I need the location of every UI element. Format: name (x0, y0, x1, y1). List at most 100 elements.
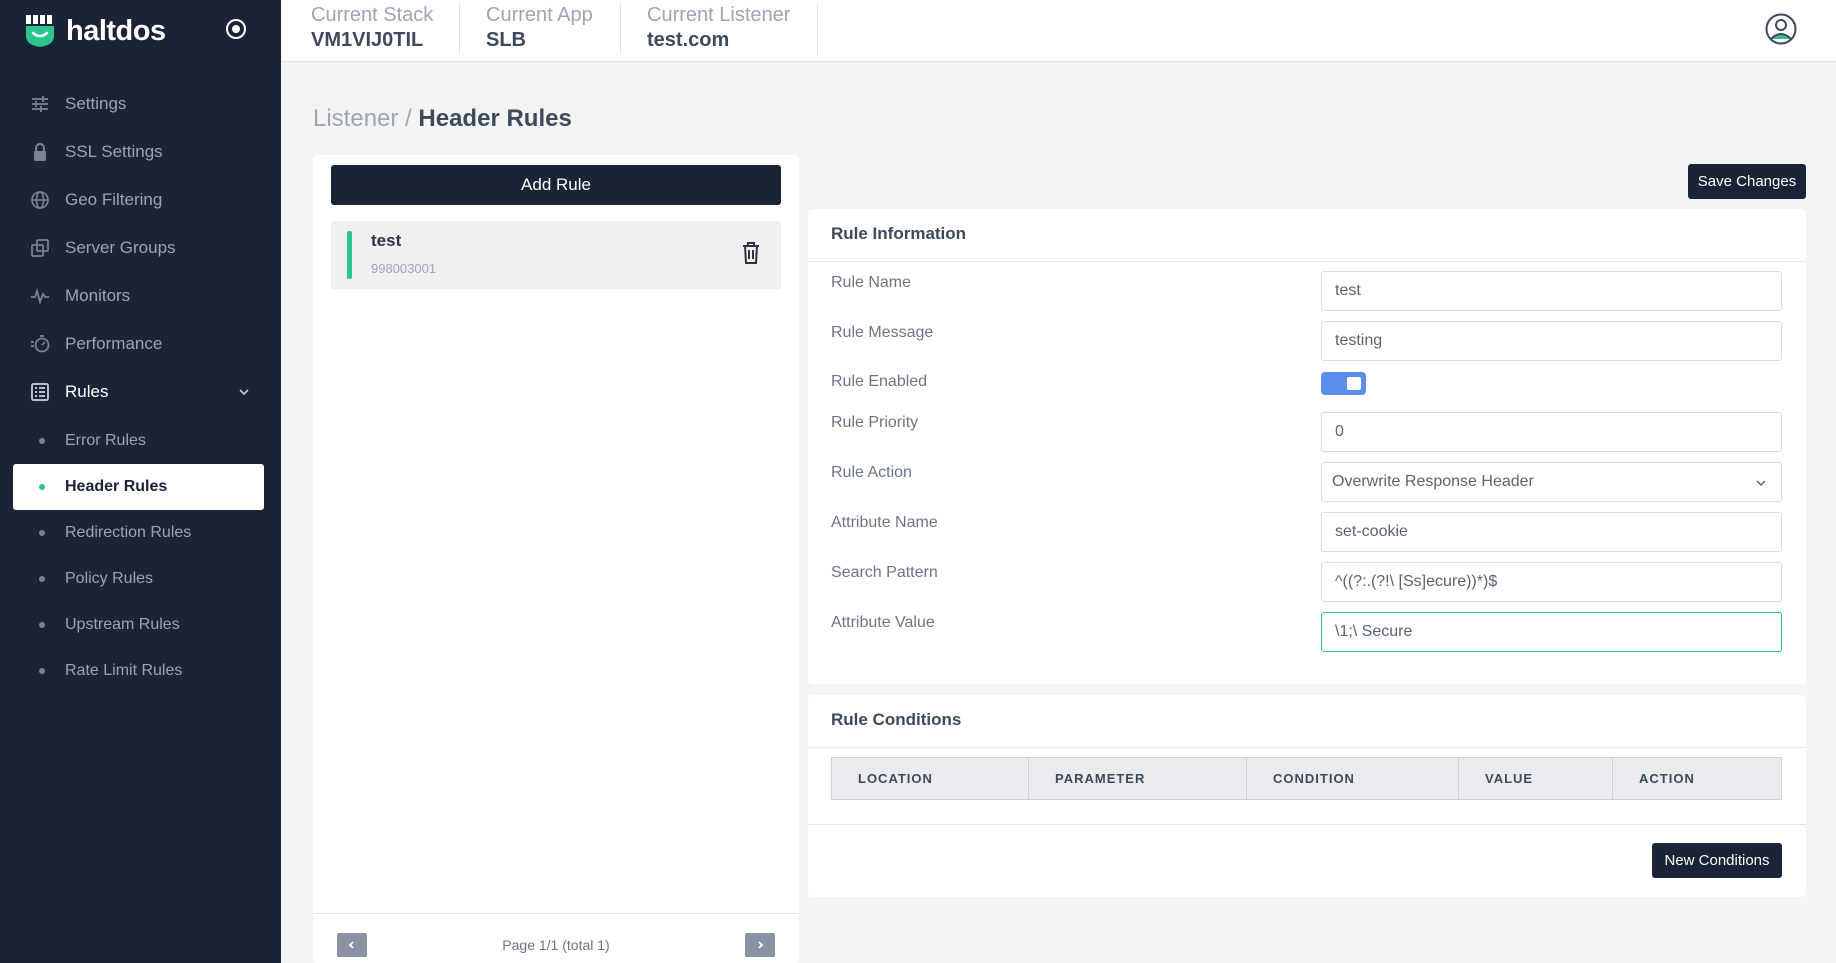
next-page-button[interactable] (745, 933, 775, 957)
sidebar-item-label: Geo Filtering (65, 190, 163, 209)
rules-list-panel: Add Rule test 998003001 Page 1/1 (total … (313, 155, 799, 963)
bullet-icon (39, 438, 45, 444)
sidebar-item-performance[interactable]: Performance (0, 322, 281, 366)
rule-name: test (371, 231, 402, 250)
breadcrumb-parent[interactable]: Listener (313, 105, 398, 132)
sidebar-item-server-groups[interactable]: Server Groups (0, 226, 281, 270)
current-app-value: SLB (486, 29, 526, 51)
divider (459, 4, 460, 54)
chevron-down-icon (1756, 480, 1766, 487)
search-pattern-label: Search Pattern (831, 564, 938, 581)
breadcrumb: Listener / Header Rules (313, 105, 572, 133)
divider (817, 4, 818, 54)
divider (620, 4, 621, 54)
globe-icon (31, 191, 49, 209)
divider (313, 913, 799, 914)
attribute-value-label: Attribute Value (831, 614, 935, 631)
sidebar-subitem-label: Policy Rules (65, 570, 154, 587)
column-header-location: LOCATION (832, 758, 1029, 799)
brand-logo[interactable]: haltdos (24, 14, 166, 48)
haltdos-logo-icon (26, 15, 54, 47)
sidebar-subitem-redirection-rules[interactable]: Redirection Rules (13, 510, 264, 556)
speedometer-icon (31, 335, 50, 353)
card-title: Rule Information (831, 224, 967, 243)
sidebar-subitem-label: Header Rules (65, 478, 168, 495)
divider (808, 261, 1806, 262)
column-header-condition: CONDITION (1247, 758, 1459, 799)
list-icon (31, 383, 49, 401)
sliders-icon (32, 96, 48, 112)
copy-icon (31, 239, 49, 257)
rule-conditions-card: Rule Conditions LOCATION PARAMETER CONDI… (808, 695, 1806, 897)
attribute-name-input[interactable] (1321, 512, 1782, 552)
rule-action-select[interactable]: Overwrite Response Header (1321, 462, 1782, 502)
search-pattern-input[interactable] (1321, 562, 1782, 602)
rule-name-input[interactable] (1321, 271, 1782, 311)
status-indicator (347, 231, 352, 279)
sidebar-subitem-error-rules[interactable]: Error Rules (13, 418, 264, 464)
bullet-icon (39, 668, 45, 674)
rule-message-input[interactable] (1321, 321, 1782, 361)
current-stack[interactable]: Current Stack VM1VIJ0TIL (311, 4, 433, 54)
chevron-down-icon (239, 389, 249, 396)
rule-priority-label: Rule Priority (831, 414, 919, 431)
pagination-info: Page 1/1 (total 1) (502, 937, 610, 953)
conditions-table-header: LOCATION PARAMETER CONDITION VALUE ACTIO… (831, 757, 1782, 800)
sidebar-item-monitors[interactable]: Monitors (0, 274, 281, 318)
sidebar-item-label: SSL Settings (65, 142, 163, 161)
rule-enabled-toggle[interactable] (1321, 372, 1366, 395)
activity-icon (31, 287, 49, 305)
current-app-label: Current App (486, 4, 593, 26)
chevron-right-icon (758, 941, 764, 949)
trash-icon[interactable] (741, 241, 761, 265)
current-app[interactable]: Current App SLB (486, 4, 593, 54)
save-changes-button[interactable]: Save Changes (1688, 164, 1806, 199)
attribute-name-label: Attribute Name (831, 514, 938, 531)
sidebar-item-geo-filtering[interactable]: Geo Filtering (0, 178, 281, 222)
column-header-action: ACTION (1639, 771, 1695, 786)
sidebar-subitem-label: Upstream Rules (65, 616, 180, 633)
sidebar-subitem-upstream-rules[interactable]: Upstream Rules (13, 602, 264, 648)
current-listener-value: test.com (647, 29, 730, 51)
sidebar-subitem-header-rules[interactable]: Header Rules (13, 464, 264, 510)
sidebar-item-label: Settings (65, 94, 127, 113)
breadcrumb-separator: / (398, 105, 419, 132)
current-listener[interactable]: Current Listener test.com (647, 4, 790, 54)
user-avatar-icon[interactable] (1765, 13, 1797, 45)
rule-enabled-label: Rule Enabled (831, 373, 928, 390)
rule-message-label: Rule Message (831, 324, 934, 341)
sidebar-item-settings[interactable]: Settings (0, 82, 281, 126)
sidebar-subitem-label: Rate Limit Rules (65, 662, 183, 679)
rule-action-label: Rule Action (831, 464, 912, 481)
sidebar-item-label: Rules (65, 382, 109, 401)
add-rule-button[interactable]: Add Rule (331, 165, 781, 205)
brand-name: haltdos (66, 14, 166, 47)
sidebar-item-rules[interactable]: Rules (0, 370, 281, 414)
rule-priority-input[interactable] (1321, 412, 1782, 452)
new-conditions-button[interactable]: New Conditions (1652, 843, 1782, 878)
bullet-icon (39, 484, 45, 490)
current-stack-value: VM1VIJ0TIL (311, 29, 424, 51)
column-header-value: VALUE (1459, 758, 1613, 799)
sidebar-subitem-label: Error Rules (65, 432, 146, 449)
rule-action-value: Overwrite Response Header (1332, 473, 1534, 490)
sidebar-subitem-rate-limit-rules[interactable]: Rate Limit Rules (13, 648, 264, 694)
bullet-icon (39, 622, 45, 628)
sidebar-item-label: Server Groups (65, 238, 176, 257)
bullet-icon (39, 530, 45, 536)
rule-name-label: Rule Name (831, 274, 912, 291)
current-stack-label: Current Stack (311, 4, 434, 26)
sidebar-item-label: Performance (65, 334, 163, 353)
sidebar: haltdos Settings SSL Settings Geo Filter… (0, 0, 281, 963)
sidebar-subitem-label: Redirection Rules (65, 524, 192, 541)
rule-information-card: Rule Information Rule Name Rule Message … (808, 209, 1806, 684)
target-icon[interactable] (226, 19, 246, 39)
sidebar-item-ssl-settings[interactable]: SSL Settings (0, 130, 281, 174)
sidebar-item-label: Monitors (65, 286, 131, 305)
bullet-icon (39, 576, 45, 582)
attribute-value-input[interactable] (1321, 612, 1782, 652)
page-title: Header Rules (418, 105, 572, 132)
rule-list-item[interactable]: test 998003001 (331, 221, 781, 289)
column-header-parameter: PARAMETER (1029, 758, 1247, 799)
sidebar-subitem-policy-rules[interactable]: Policy Rules (13, 556, 264, 602)
